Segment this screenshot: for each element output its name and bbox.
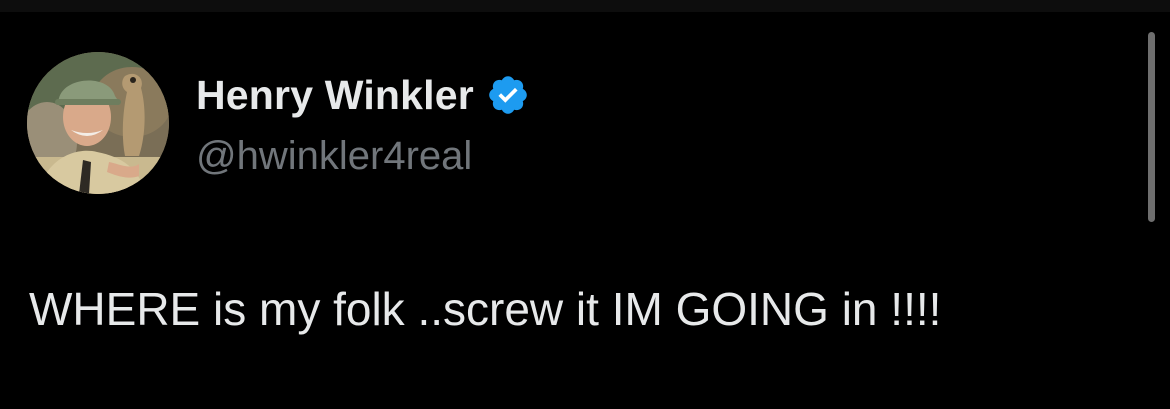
verified-badge-icon[interactable]: [486, 73, 530, 117]
author-info: Henry Winkler: [196, 70, 530, 120]
avatar[interactable]: [27, 52, 169, 194]
display-name[interactable]: Henry Winkler: [196, 72, 474, 119]
scrollbar[interactable]: [1148, 32, 1155, 222]
avatar-photo: [27, 52, 169, 194]
user-handle[interactable]: @hwinkler4real: [196, 134, 472, 179]
post: Henry Winkler @hwinkler4real WHERE is my…: [0, 12, 1170, 409]
post-text: WHERE is my folk ..screw it IM GOING in …: [29, 283, 942, 335]
top-edge: [0, 0, 1170, 12]
